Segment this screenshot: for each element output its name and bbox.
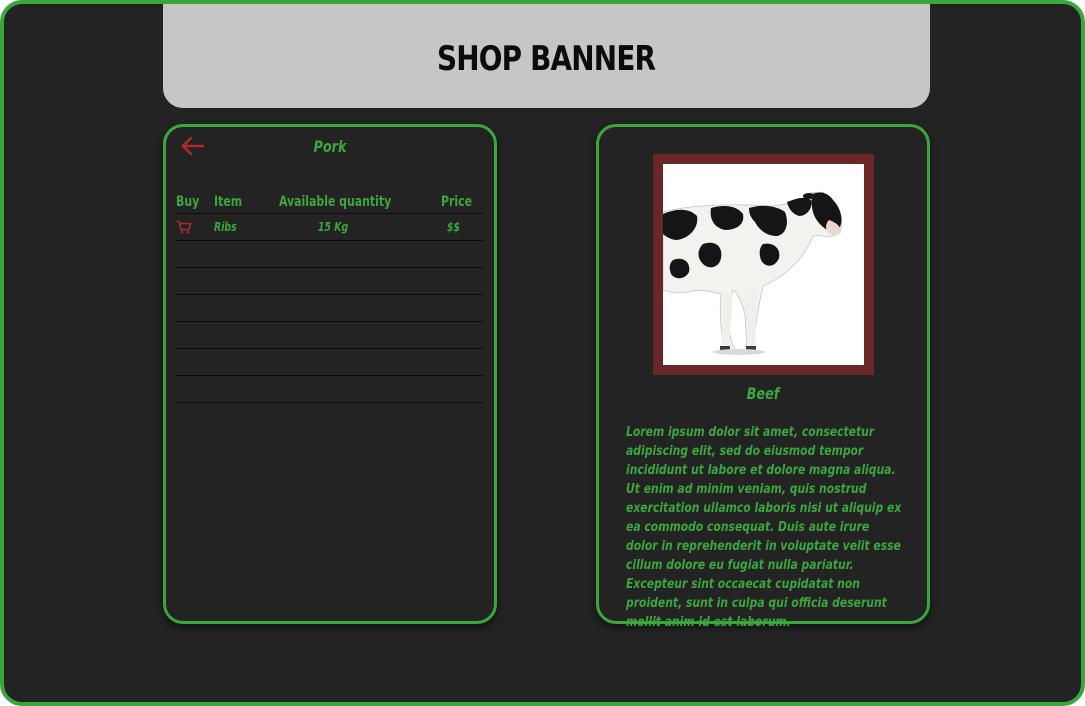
row-quantity: 15 Kg xyxy=(318,220,349,234)
table-row[interactable]: Ribs 15 Kg $$ xyxy=(176,214,483,241)
row-price: $$ xyxy=(447,220,461,234)
cart-icon[interactable] xyxy=(176,220,192,234)
product-name: Beef xyxy=(746,384,780,403)
table-row-empty xyxy=(176,322,483,349)
cow-photo-icon xyxy=(663,191,843,355)
panel-title: Pork xyxy=(313,137,347,156)
table-row-empty xyxy=(176,268,483,295)
table-header-row: Buy Item Available quantity Price xyxy=(176,191,483,214)
banner-title: SHOP BANNER xyxy=(437,39,656,79)
table-row-empty xyxy=(176,295,483,322)
column-header-price: Price xyxy=(441,194,473,210)
row-item: Ribs xyxy=(214,220,237,234)
table-row-empty xyxy=(176,376,483,403)
product-image xyxy=(663,164,864,365)
shop-banner: SHOP BANNER xyxy=(163,4,930,108)
product-table: Buy Item Available quantity Price Ribs 1… xyxy=(176,191,483,403)
product-description: Lorem ipsum dolor sit amet, consectetur … xyxy=(626,424,902,630)
product-list-panel: Pork Buy Item Available quantity Price R… xyxy=(163,124,497,624)
app-frame: SHOP BANNER Pork Buy Item Available quan… xyxy=(0,0,1085,706)
column-header-buy: Buy xyxy=(176,194,200,210)
buy-button[interactable] xyxy=(176,214,192,240)
column-header-item: Item xyxy=(214,194,243,210)
table-row-empty xyxy=(176,349,483,376)
table-row-empty xyxy=(176,241,483,268)
column-header-quantity: Available quantity xyxy=(279,194,392,210)
product-detail-panel: Beef Lorem ipsum dolor sit amet, consect… xyxy=(596,124,930,630)
product-image-frame xyxy=(653,154,874,375)
